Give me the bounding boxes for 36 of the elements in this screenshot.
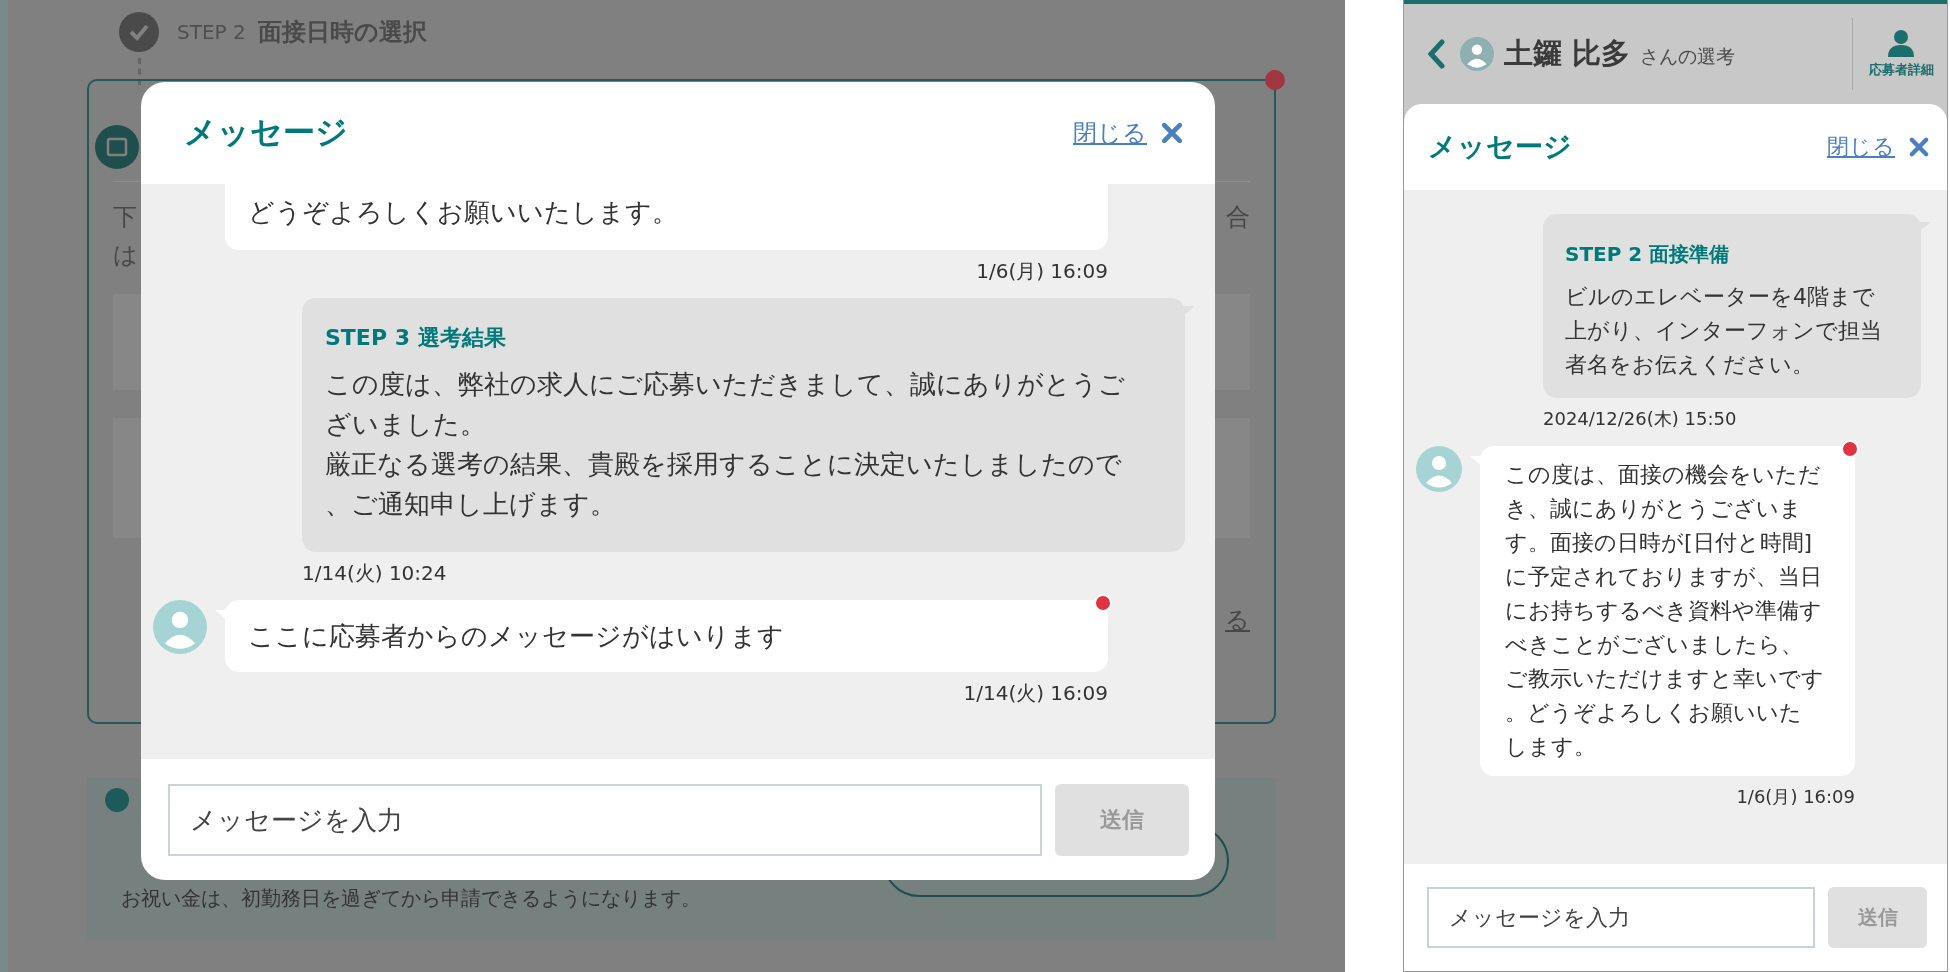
notice-text: お祝い金は、初勤務日を過ぎてから申請できるようになります。 xyxy=(121,885,701,912)
cut-link[interactable]: る xyxy=(1225,604,1250,636)
message-time: 1/14(火) 10:24 xyxy=(302,560,448,586)
applicant-name: 土鑼 比多 xyxy=(1504,35,1631,72)
message-text: ここに応募者からのメッセージがはいります xyxy=(248,620,785,653)
close-link[interactable]: 閉じる xyxy=(1073,117,1147,149)
check-icon xyxy=(119,12,159,52)
calendar-icon xyxy=(95,125,139,169)
message-time: 1/6(月) 16:09 xyxy=(975,258,1108,284)
cut-text: 合 xyxy=(1226,202,1250,233)
message-time: 1/14(火) 16:09 xyxy=(962,680,1108,706)
back-icon[interactable] xyxy=(1426,39,1446,69)
applicant-details-button[interactable]: 応募者詳細 xyxy=(1853,29,1947,79)
name-suffix: さんの選考 xyxy=(1640,44,1736,69)
message-time: 2024/12/26(木) 15:50 xyxy=(1543,407,1738,431)
message-text: この度は、弊社の求人にご応募いただきまして、誠にありがとうございました。 xyxy=(325,368,1126,441)
message-heading: STEP 2 面接準備 xyxy=(1565,241,1731,268)
avatar-icon xyxy=(1416,446,1462,492)
message-time: 1/6(月) 16:09 xyxy=(1735,785,1855,809)
message-text: どうぞよろしくお願いいたします。 xyxy=(248,196,679,229)
dialog-title: メッセージ xyxy=(1428,129,1572,165)
dialog-title: メッセージ xyxy=(184,112,348,153)
avatar-icon xyxy=(1460,37,1494,71)
message-text: この度は、面接の機会をいただき、誠にありがとうございます。面接の日時が[日付と時間]に予定されておりますが、当日にお持ちするべき資料や準備すべきことがございましたら、ご教示いただけますと幸いです。どうぞよろしくお願いいたします。 xyxy=(1505,461,1824,761)
cut-text: 下 xyxy=(113,202,138,233)
message-text: ビルのエレベーターを4階まで上がり、インターフォンで担当者名をお伝えください。 xyxy=(1565,283,1883,379)
close-icon[interactable] xyxy=(1159,120,1185,146)
message-text: 厳正なる選考の結果、貴殿を採用することに決定いたしましたので、ご通知申し上げます。 xyxy=(325,448,1123,521)
avatar-icon xyxy=(153,600,207,654)
message-heading: STEP 3 選考結果 xyxy=(325,324,507,352)
message-input[interactable]: メッセージを入力 xyxy=(1427,887,1815,948)
close-link[interactable]: 閉じる xyxy=(1827,132,1895,162)
cut-text: は xyxy=(113,240,138,271)
person-icon xyxy=(1886,29,1916,57)
close-icon[interactable] xyxy=(1907,135,1931,159)
message-input[interactable]: メッセージを入力 xyxy=(168,783,1042,856)
